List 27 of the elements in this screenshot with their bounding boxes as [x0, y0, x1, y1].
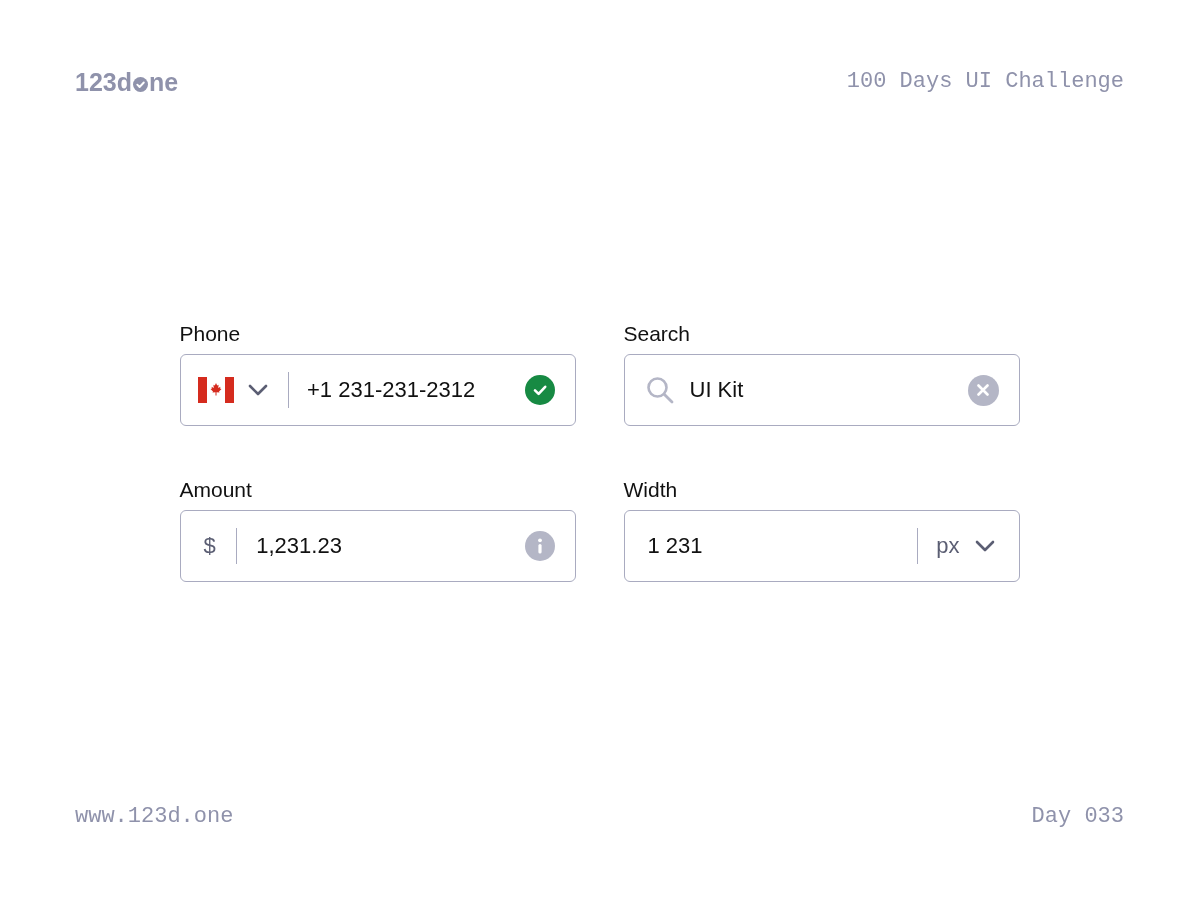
width-input[interactable]: 1 231	[647, 531, 907, 561]
amount-field[interactable]: $ 1,231.23	[179, 510, 576, 582]
logo-text: ne	[149, 68, 179, 96]
field-label: Amount	[179, 478, 252, 502]
amount-input[interactable]: 1,231.23	[256, 531, 515, 561]
phone-field[interactable]: +1 231-231-2312	[179, 354, 576, 426]
country-select[interactable]	[197, 375, 268, 405]
logo-text: 123d	[75, 68, 132, 96]
search-input[interactable]: UI Kit	[689, 375, 958, 405]
website-url: www.123d.one	[75, 804, 234, 830]
day-label: Day 033	[1031, 804, 1124, 830]
flag-icon	[197, 377, 234, 403]
tagline: 100 Days UI Challenge	[846, 69, 1124, 95]
field-label: Phone	[179, 322, 241, 346]
chevron-icon	[247, 384, 268, 396]
width-field[interactable]: 1 231 px	[623, 510, 1020, 582]
search-icon	[645, 376, 674, 404]
field-label: Width	[623, 478, 678, 502]
unit-select[interactable]: px	[936, 531, 995, 561]
search-field[interactable]: UI Kit	[623, 354, 1020, 426]
chevron-icon	[974, 540, 995, 552]
check-circle-icon	[133, 77, 148, 92]
phone-input[interactable]: +1 231-231-2312	[307, 375, 515, 405]
info-icon	[524, 531, 555, 561]
close-icon	[977, 384, 989, 396]
currency-symbol: $	[203, 532, 216, 560]
field-label: Search	[623, 322, 691, 346]
